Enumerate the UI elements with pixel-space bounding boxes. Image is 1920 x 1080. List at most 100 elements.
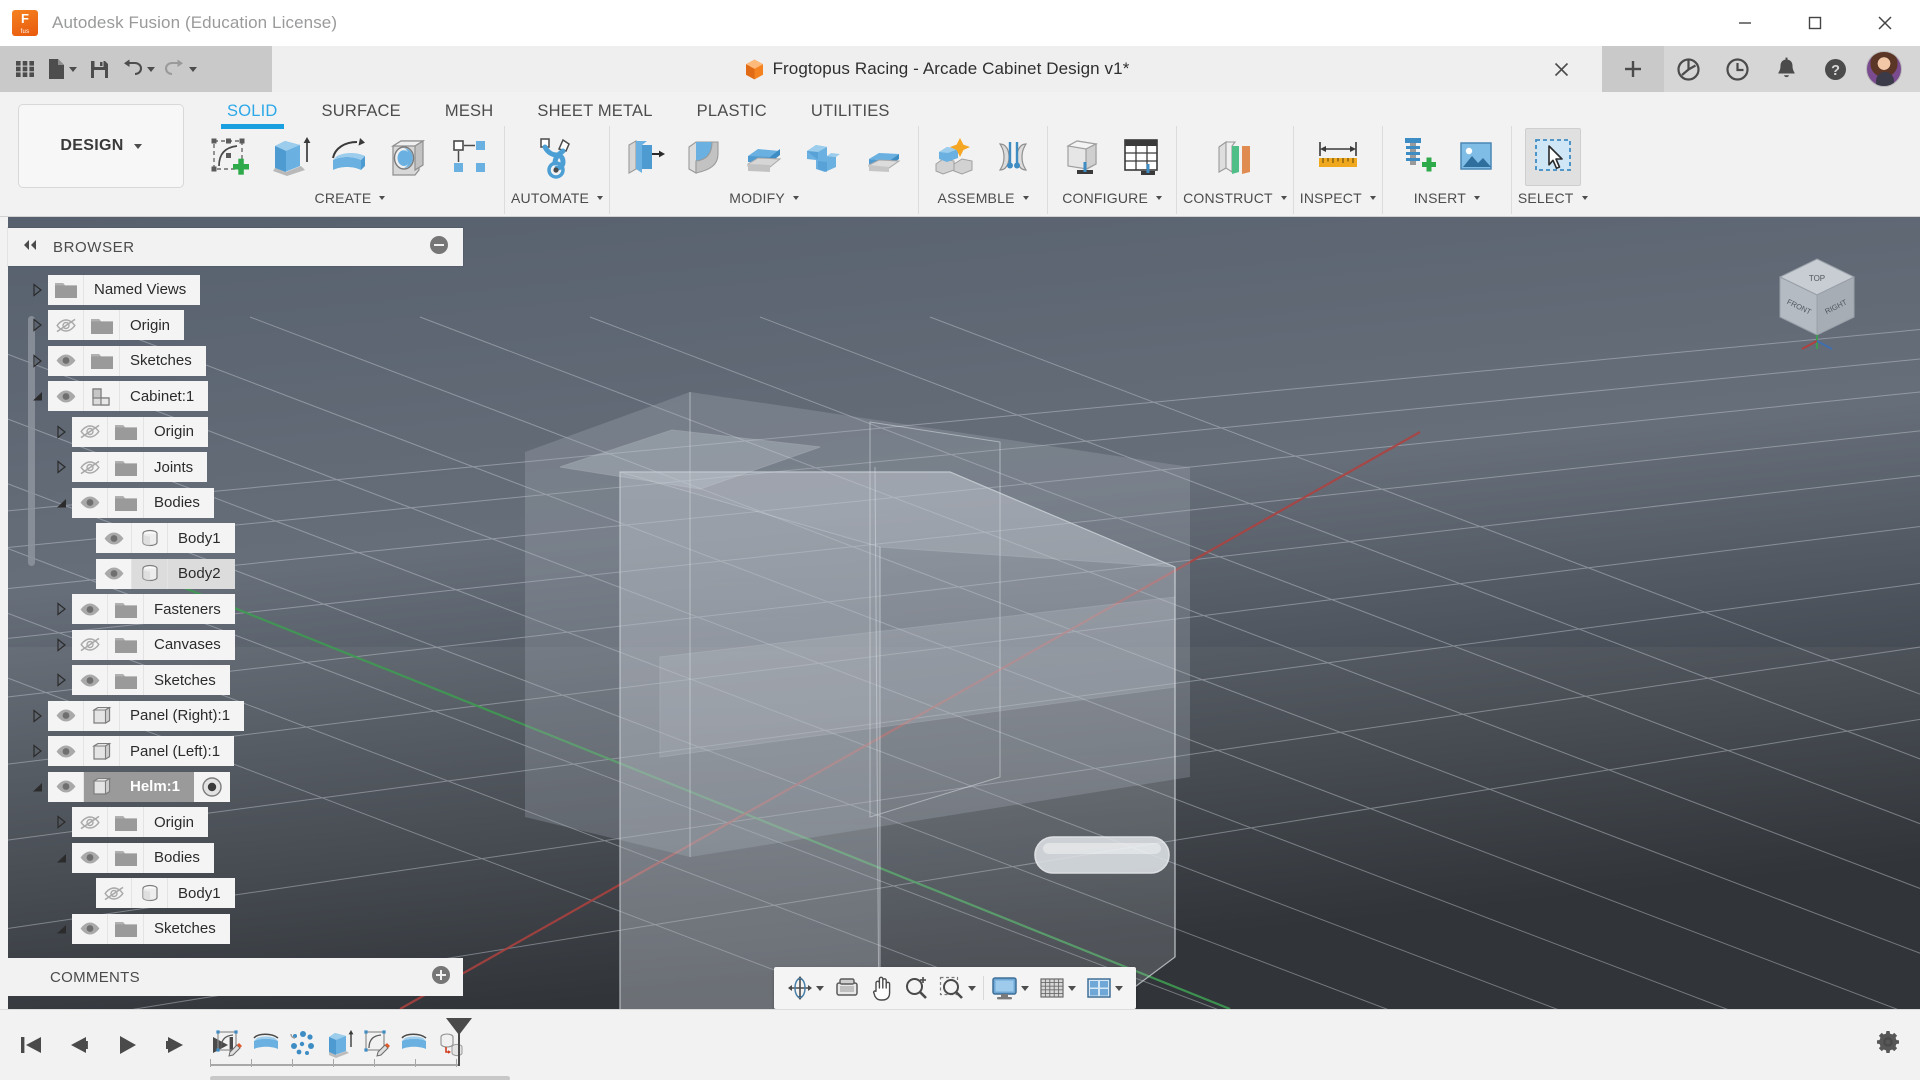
offset-plane-icon[interactable] — [1207, 128, 1263, 186]
tree-row[interactable]: Body2 — [8, 556, 463, 592]
visibility-on-icon[interactable] — [72, 665, 108, 696]
expand-arrow-icon[interactable] — [50, 450, 72, 486]
tree-row[interactable]: Panel (Right):1 — [8, 698, 463, 734]
tree-row[interactable]: Fasteners — [8, 592, 463, 628]
pattern-feature-icon[interactable] — [284, 1022, 321, 1066]
grid-snap-icon[interactable] — [1034, 971, 1081, 1005]
tree-item-label[interactable]: Origin — [144, 416, 209, 447]
display-settings-icon[interactable] — [986, 971, 1034, 1005]
visibility-off-icon[interactable] — [96, 878, 132, 909]
tab-plastic[interactable]: PLASTIC — [675, 98, 789, 127]
zoom-window-icon[interactable] — [934, 971, 981, 1005]
select-caret-icon[interactable] — [1581, 196, 1588, 200]
step-back-icon[interactable] — [60, 1024, 98, 1066]
look-at-icon[interactable] — [829, 971, 865, 1005]
tree-row[interactable]: Bodies — [8, 485, 463, 521]
visibility-on-icon[interactable] — [48, 381, 84, 412]
assemble-caret-icon[interactable] — [1022, 196, 1029, 200]
create-caret-icon[interactable] — [379, 196, 386, 200]
tab-sheet-metal[interactable]: SHEET METAL — [515, 98, 674, 127]
maximize-button[interactable] — [1780, 0, 1850, 46]
measure-icon[interactable] — [1310, 128, 1366, 186]
expand-arrow-icon[interactable] — [50, 414, 72, 450]
recent-icon[interactable] — [1713, 46, 1762, 92]
app-grid-icon[interactable] — [8, 51, 42, 87]
close-button[interactable] — [1850, 0, 1920, 46]
activate-component-radio[interactable] — [194, 771, 231, 802]
extrude-icon[interactable] — [262, 128, 318, 186]
tab-utilities[interactable]: UTILITIES — [789, 98, 912, 127]
tree-item-label[interactable]: Cabinet:1 — [120, 381, 209, 412]
tree-row[interactable]: Helm:1 — [8, 769, 463, 805]
zoom-icon[interactable] — [899, 971, 934, 1005]
visibility-on-icon[interactable] — [72, 913, 108, 944]
tree-row[interactable]: Joints — [8, 450, 463, 486]
tree-item-label[interactable]: Origin — [120, 310, 185, 341]
avatar[interactable] — [1866, 51, 1902, 87]
tree-item-label[interactable]: Sketches — [120, 345, 206, 376]
sketch-feature-icon[interactable] — [210, 1022, 247, 1066]
tree-row[interactable]: Panel (Left):1 — [8, 734, 463, 770]
tree-item-label[interactable]: Bodies — [144, 842, 214, 873]
visibility-on-icon[interactable] — [48, 700, 84, 731]
insert-canvas-icon[interactable] — [1449, 128, 1505, 186]
tree-item-label[interactable]: Joints — [144, 452, 208, 483]
combine-icon[interactable] — [796, 128, 852, 186]
close-document-tab-icon[interactable] — [1550, 58, 1572, 80]
tree-item-label[interactable]: Bodies — [144, 487, 214, 518]
collapse-arrow-icon[interactable] — [50, 911, 72, 947]
select-icon[interactable] — [1524, 128, 1581, 186]
visibility-on-icon[interactable] — [96, 523, 132, 554]
tree-row[interactable]: Named Views — [8, 272, 463, 308]
tree-item-label[interactable]: Helm:1 — [120, 771, 195, 802]
tree-item-label[interactable]: Body2 — [168, 558, 235, 589]
workspace-caret-icon[interactable] — [133, 143, 142, 149]
extensions-icon[interactable] — [1664, 46, 1713, 92]
tree-row[interactable]: Cabinet:1 — [8, 379, 463, 415]
minimize-button[interactable] — [1710, 0, 1780, 46]
tree-row[interactable]: Body1 — [8, 876, 463, 912]
document-tab[interactable]: Frogtopus Racing - Arcade Cabinet Design… — [272, 46, 1602, 92]
construct-caret-icon[interactable] — [1280, 196, 1287, 200]
visibility-on-icon[interactable] — [48, 345, 84, 376]
revolve-feature-icon[interactable] — [247, 1022, 284, 1066]
visibility-on-icon[interactable] — [72, 594, 108, 625]
display-settings-caret-icon[interactable] — [1021, 985, 1029, 991]
visibility-on-icon[interactable] — [72, 487, 108, 518]
tree-item-label[interactable]: Sketches — [144, 665, 230, 696]
timeline-marker[interactable] — [446, 1018, 472, 1066]
modify-caret-icon[interactable] — [792, 196, 799, 200]
expand-arrow-icon[interactable] — [26, 698, 48, 734]
tree-item-label[interactable]: Body1 — [168, 523, 235, 554]
expand-arrow-icon[interactable] — [26, 272, 48, 308]
tree-row[interactable]: Bodies — [8, 840, 463, 876]
configuration-icon[interactable] — [1054, 128, 1110, 186]
visibility-on-icon[interactable] — [48, 736, 84, 767]
undo-icon[interactable] — [118, 51, 158, 87]
tab-solid[interactable]: SOLID — [205, 98, 300, 129]
gear-icon[interactable] — [1874, 1028, 1902, 1061]
visibility-on-icon[interactable] — [96, 558, 132, 589]
go-to-beginning-icon[interactable] — [12, 1024, 50, 1066]
collapse-arrow-icon[interactable] — [50, 840, 72, 876]
tree-row[interactable]: Sketches — [8, 663, 463, 699]
configuration-table-icon[interactable] — [1114, 128, 1170, 186]
expand-arrow-icon[interactable] — [26, 308, 48, 344]
inspect-caret-icon[interactable] — [1369, 196, 1376, 200]
collapse-arrow-icon[interactable] — [50, 485, 72, 521]
tree-item-label[interactable]: Sketches — [144, 913, 230, 944]
visibility-off-icon[interactable] — [48, 310, 84, 341]
revolve-feature-icon-2[interactable] — [395, 1022, 432, 1066]
expand-arrow-icon[interactable] — [50, 627, 72, 663]
tree-row[interactable]: Origin — [8, 308, 463, 344]
collapse-left-icon[interactable] — [22, 238, 39, 256]
sketch-feature-icon-2[interactable] — [358, 1022, 395, 1066]
notifications-icon[interactable] — [1762, 46, 1811, 92]
orbit-icon[interactable] — [782, 971, 829, 1005]
orbit-caret-icon[interactable] — [816, 985, 824, 991]
automate-caret-icon[interactable] — [597, 196, 604, 200]
expand-arrow-icon[interactable] — [50, 592, 72, 628]
revolve-icon[interactable] — [322, 128, 378, 186]
tree-row[interactable]: Sketches — [8, 343, 463, 379]
tree-item-label[interactable]: Body1 — [168, 878, 235, 909]
